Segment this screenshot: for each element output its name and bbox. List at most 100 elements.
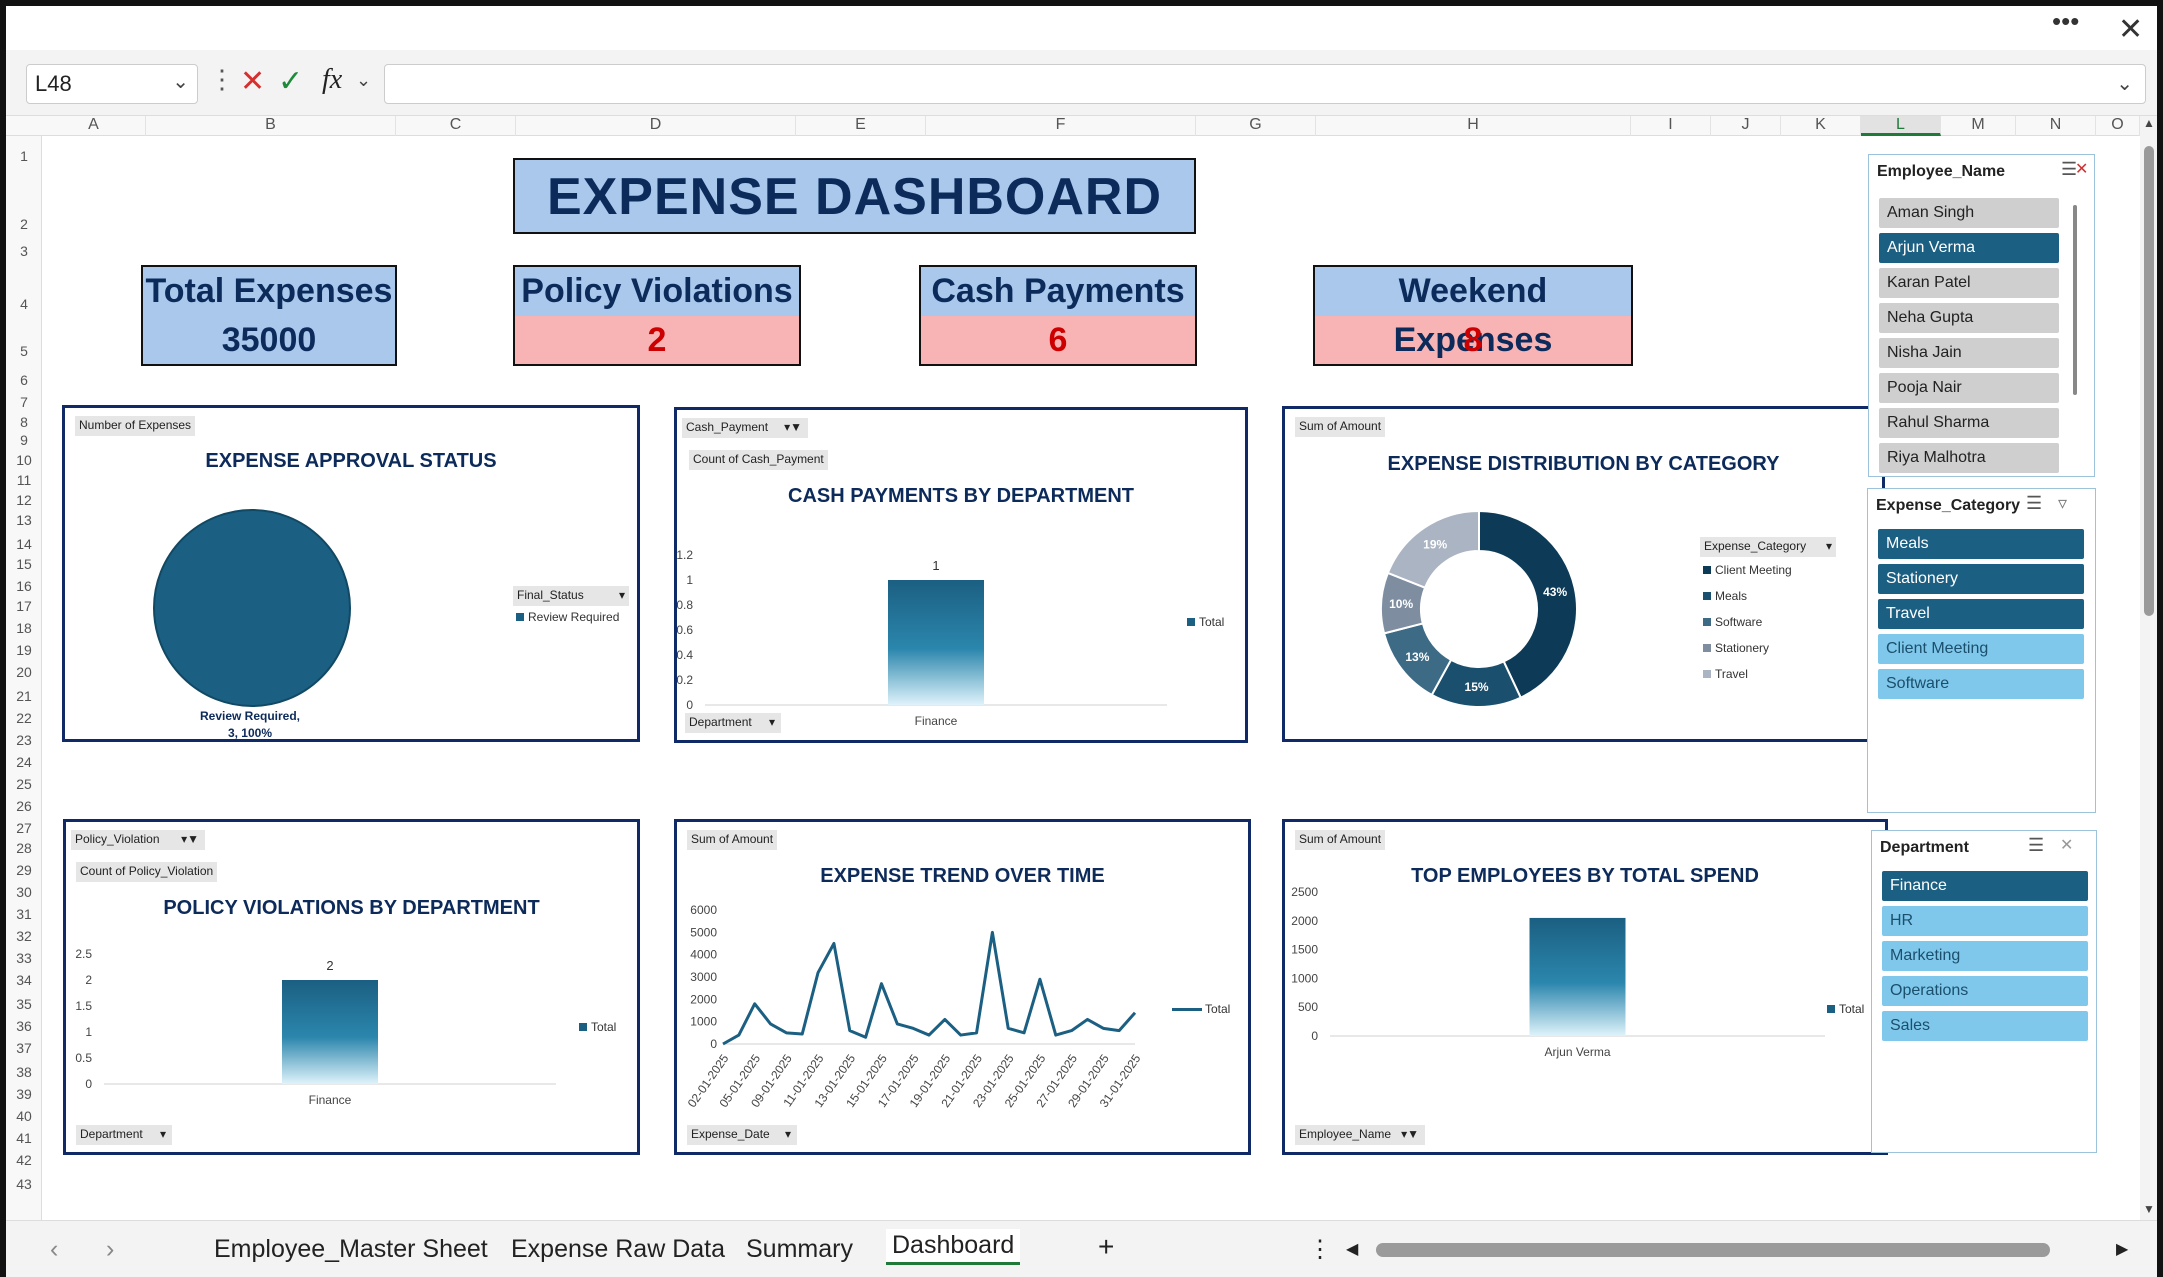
row-header-36[interactable]: 36: [6, 1018, 42, 1034]
row-header-21[interactable]: 21: [6, 688, 42, 704]
row-header-20[interactable]: 20: [6, 664, 42, 680]
scroll-up-icon[interactable]: ▲: [2143, 116, 2155, 130]
multi-select-icon[interactable]: ☰: [2026, 493, 2042, 514]
row-header-27[interactable]: 27: [6, 820, 42, 836]
column-header-o[interactable]: O: [2096, 116, 2140, 136]
row-header-4[interactable]: 4: [6, 296, 42, 312]
chart-cash-payments[interactable]: Cash_Payment ▾▼ Count of Cash_Payment CAS…: [674, 407, 1248, 743]
slicer-item-stationery[interactable]: Stationery: [1878, 564, 2084, 594]
slicer-item-operations[interactable]: Operations: [1882, 976, 2088, 1006]
column-header-l[interactable]: L: [1861, 116, 1941, 136]
horizontal-scroll-thumb[interactable]: [1376, 1243, 2050, 1257]
row-header-8[interactable]: 8: [6, 414, 42, 430]
slicer-employee-name[interactable]: Employee_Name ☰ ✕ Aman Singh Arjun Verma K…: [1868, 154, 2095, 477]
slicer-expense-category[interactable]: Expense_Category ☰ ▿ Meals Stationery Trav…: [1867, 488, 2096, 813]
enter-check-icon[interactable]: ✓: [278, 64, 303, 99]
row-header-41[interactable]: 41: [6, 1130, 42, 1146]
slicer-item-rahul-sharma[interactable]: Rahul Sharma: [1879, 408, 2059, 438]
column-header-g[interactable]: G: [1196, 116, 1316, 136]
slicer-item-software[interactable]: Software: [1878, 669, 2084, 699]
column-header-f[interactable]: F: [926, 116, 1196, 136]
insert-function-icon[interactable]: fx: [322, 64, 342, 96]
bar-arjun-verma[interactable]: [1529, 917, 1626, 1036]
column-header-j[interactable]: J: [1711, 116, 1781, 136]
row-header-29[interactable]: 29: [6, 862, 42, 878]
row-header-43[interactable]: 43: [6, 1176, 42, 1192]
column-header-d[interactable]: D: [516, 116, 796, 136]
slicer-item-client-meeting[interactable]: Client Meeting: [1878, 634, 2084, 664]
legend-field-button[interactable]: Final_Status ▾: [513, 586, 629, 606]
vertical-scrollbar[interactable]: ▲ ▼: [2140, 116, 2157, 1220]
sheet-tab-expense-raw-data[interactable]: Expense Raw Data: [511, 1235, 725, 1264]
clear-filter-icon[interactable]: ✕: [2075, 159, 2088, 179]
slicer-item-hr[interactable]: HR: [1882, 906, 2088, 936]
row-header-39[interactable]: 39: [6, 1086, 42, 1102]
formula-input[interactable]: ⌄: [384, 64, 2146, 104]
scroll-left-icon[interactable]: ◀: [1346, 1239, 1358, 1259]
row-header-16[interactable]: 16: [6, 578, 42, 594]
chevron-down-icon[interactable]: ⌄: [356, 70, 371, 91]
chart-top-employees[interactable]: Sum of Amount TOP EMPLOYEES BY TOTAL SPE…: [1282, 819, 1888, 1155]
slicer-item-meals[interactable]: Meals: [1878, 529, 2084, 559]
expand-formula-icon[interactable]: ⌄: [2116, 71, 2133, 96]
row-header-24[interactable]: 24: [6, 754, 42, 770]
row-header-34[interactable]: 34: [6, 972, 42, 988]
slicer-item-riya-malhotra[interactable]: Riya Malhotra: [1879, 443, 2059, 473]
row-header-15[interactable]: 15: [6, 556, 42, 572]
multi-select-icon[interactable]: ☰: [2028, 835, 2044, 856]
row-header-17[interactable]: 17: [6, 598, 42, 614]
row-header-30[interactable]: 30: [6, 884, 42, 900]
slicer-item-neha-gupta[interactable]: Neha Gupta: [1879, 303, 2059, 333]
chart-expense-trend[interactable]: Sum of Amount EXPENSE TREND OVER TIME 01…: [674, 819, 1251, 1155]
legend-field-button[interactable]: Expense_Category ▾: [1700, 537, 1836, 557]
row-header-2[interactable]: 2: [6, 216, 42, 232]
row-header-38[interactable]: 38: [6, 1064, 42, 1080]
row-header-14[interactable]: 14: [6, 536, 42, 552]
column-header-c[interactable]: C: [396, 116, 516, 136]
line-series-total[interactable]: [722, 930, 1137, 1046]
row-header-28[interactable]: 28: [6, 840, 42, 856]
row-header-18[interactable]: 18: [6, 620, 42, 636]
chart-category-distribution[interactable]: Sum of Amount EXPENSE DISTRIBUTION BY CA…: [1282, 406, 1885, 742]
row-header-23[interactable]: 23: [6, 732, 42, 748]
more-vertical-icon[interactable]: ⋮: [1308, 1235, 1332, 1264]
slicer-item-marketing[interactable]: Marketing: [1882, 941, 2088, 971]
axis-field-button[interactable]: Expense_Date ▾: [687, 1125, 797, 1145]
bar-finance[interactable]: [282, 980, 378, 1084]
row-header-11[interactable]: 11: [6, 472, 42, 488]
row-header-9[interactable]: 9: [6, 432, 42, 448]
slicer-item-pooja-nair[interactable]: Pooja Nair: [1879, 373, 2059, 403]
slicer-item-travel[interactable]: Travel: [1878, 599, 2084, 629]
row-header-40[interactable]: 40: [6, 1108, 42, 1124]
pie-slice-review-required[interactable]: [153, 509, 351, 707]
row-header-22[interactable]: 22: [6, 710, 42, 726]
chart-policy-violations[interactable]: Policy_Violation ▾▼ Count of Policy_Viola…: [63, 819, 640, 1155]
slicer-department[interactable]: Department ☰ ✕ Finance HR Marketing Operati…: [1871, 830, 2097, 1153]
clear-filter-icon[interactable]: ▿: [2058, 493, 2067, 514]
row-header-19[interactable]: 19: [6, 642, 42, 658]
next-sheet-icon[interactable]: ›: [106, 1235, 114, 1264]
row-header-12[interactable]: 12: [6, 492, 42, 508]
vertical-scroll-thumb[interactable]: [2144, 146, 2154, 616]
column-header-n[interactable]: N: [2016, 116, 2096, 136]
prev-sheet-icon[interactable]: ‹: [50, 1235, 58, 1264]
row-header-37[interactable]: 37: [6, 1040, 42, 1056]
column-header-k[interactable]: K: [1781, 116, 1861, 136]
column-header-e[interactable]: E: [796, 116, 926, 136]
sheet-tab-employee-master[interactable]: Employee_Master Sheet: [214, 1235, 488, 1264]
name-box[interactable]: L48 ⌄: [26, 64, 198, 104]
row-header-3[interactable]: 3: [6, 243, 42, 259]
slicer-item-arjun-verma[interactable]: Arjun Verma: [1879, 233, 2059, 263]
slicer-item-aman-singh[interactable]: Aman Singh: [1879, 198, 2059, 228]
scroll-right-icon[interactable]: ▶: [2116, 1239, 2128, 1259]
row-header-7[interactable]: 7: [6, 394, 42, 410]
chart-approval-status[interactable]: Number of Expenses EXPENSE APPROVAL STAT…: [62, 405, 640, 742]
worksheet-grid[interactable]: EXPENSE DASHBOARD Total Expenses 35000 P…: [43, 137, 2140, 1220]
scroll-down-icon[interactable]: ▼: [2143, 1202, 2155, 1216]
row-header-10[interactable]: 10: [6, 452, 42, 468]
row-header-31[interactable]: 31: [6, 906, 42, 922]
row-header-13[interactable]: 13: [6, 512, 42, 528]
sheet-tab-summary[interactable]: Summary: [746, 1235, 853, 1264]
close-icon[interactable]: ✕: [2118, 12, 2143, 47]
row-header-42[interactable]: 42: [6, 1152, 42, 1168]
